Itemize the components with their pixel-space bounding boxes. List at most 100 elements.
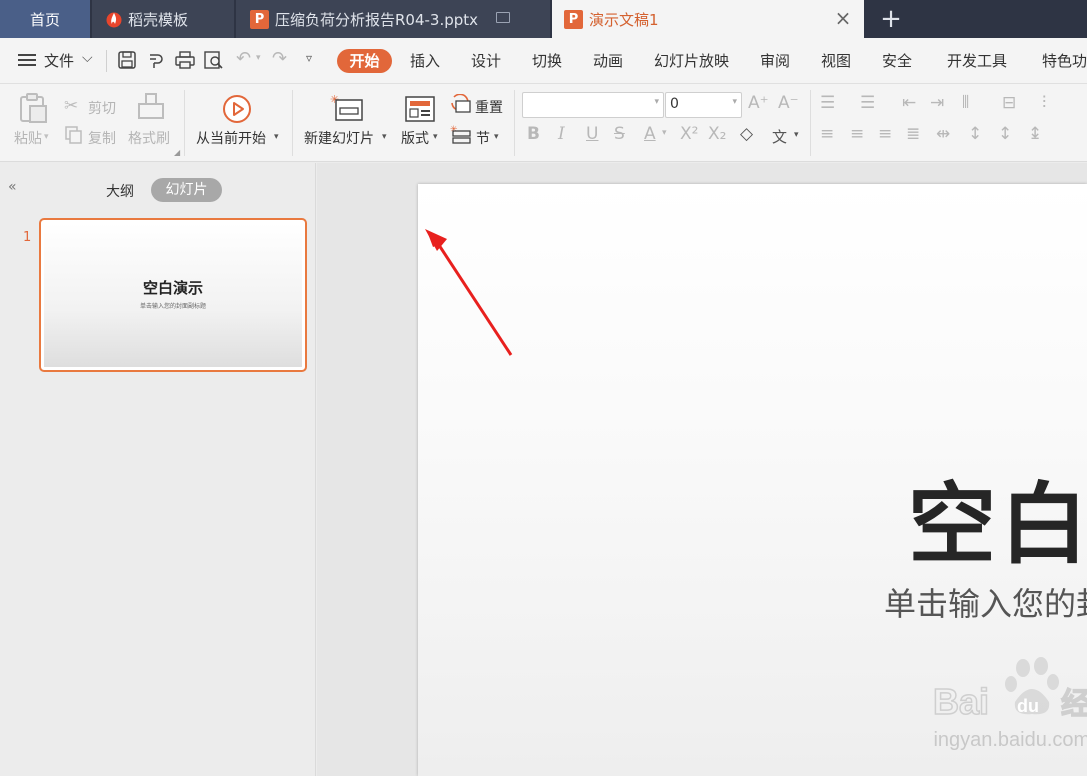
new-slide-button[interactable]: 新建幻灯片	[304, 128, 374, 148]
tab-animations[interactable]: 动画	[593, 50, 623, 71]
increase-indent-icon[interactable]: ⇥	[930, 93, 944, 113]
thumbnail-title: 空白演示	[142, 279, 203, 297]
cut-button[interactable]: 剪切	[88, 98, 116, 118]
collapse-panel-icon[interactable]: «	[8, 179, 17, 195]
redo-icon[interactable]: ↷	[272, 48, 287, 69]
paste-dropdown-icon[interactable]: ▾	[44, 132, 49, 142]
start-from-current-button[interactable]: 从当前开始	[196, 128, 266, 148]
eraser-icon[interactable]: ◇	[740, 124, 753, 144]
paste-icon[interactable]	[18, 92, 48, 124]
divider	[106, 50, 107, 72]
increase-font-icon[interactable]: A⁺	[748, 93, 769, 113]
chevron-down-icon[interactable]: ▾	[732, 97, 737, 107]
tab-start[interactable]: 开始	[337, 49, 392, 73]
tab-developer[interactable]: 开发工具	[947, 50, 1007, 71]
new-tab-icon[interactable]: +	[876, 4, 906, 34]
dialog-launcher-icon[interactable]: ◢	[174, 148, 180, 157]
hamburger-icon[interactable]	[18, 53, 36, 67]
print-preview-icon[interactable]	[204, 51, 224, 69]
svg-text:Bai: Bai	[933, 681, 989, 722]
print-icon[interactable]	[175, 51, 195, 69]
presentation-icon: P	[564, 9, 583, 29]
tab-review[interactable]: 审阅	[760, 50, 790, 71]
undo-icon[interactable]: ↶	[236, 48, 251, 69]
tab-slides[interactable]: 幻灯片	[151, 178, 222, 202]
tab-active-label: 演示文稿1	[589, 10, 659, 29]
line-spacing-icon[interactable]: ↕	[968, 124, 982, 144]
tab-pptx-file[interactable]: P 压缩负荷分析报告R04-3.pptx	[236, 0, 550, 38]
format-painter-button[interactable]: 格式刷	[128, 128, 170, 148]
tab-daoke-templates[interactable]: 稻壳模板	[92, 0, 234, 38]
align-right-icon[interactable]: ≡	[878, 124, 892, 144]
bullet-list-icon[interactable]: ☰	[820, 93, 835, 113]
undo-dropdown-icon[interactable]: ▾	[256, 53, 261, 63]
text-direction-icon[interactable]: ⊟	[1002, 93, 1016, 113]
paragraph-spacing-icon[interactable]: ↕	[998, 124, 1012, 144]
spacing-more-icon[interactable]: ↨	[1028, 124, 1042, 144]
numbered-list-icon[interactable]: ☰	[860, 93, 875, 113]
baidu-watermark: Bai du 经验 jingyan.baidu.com	[933, 657, 1087, 751]
tab-presentation-1[interactable]: P 演示文稿1 ×	[552, 0, 864, 38]
align-center-icon[interactable]: ≡	[850, 124, 864, 144]
paste-button[interactable]: 粘贴	[14, 128, 42, 148]
font-name-select[interactable]: ▾	[522, 92, 664, 118]
tab-insert[interactable]: 插入	[410, 50, 440, 71]
layout-button[interactable]: 版式	[401, 128, 429, 148]
reset-button[interactable]: 重置	[475, 97, 503, 117]
watermark-url: jingyan.baidu.com	[933, 729, 1087, 751]
distribute-icon[interactable]: ⇹	[936, 124, 950, 144]
decrease-indent-icon[interactable]: ⇤	[902, 93, 916, 113]
font-size-select[interactable]: 0 ▾	[665, 92, 742, 118]
file-menu[interactable]: 文件	[44, 50, 74, 71]
tab-daoke-label: 稻壳模板	[128, 10, 189, 29]
tab-pptx-label: 压缩负荷分析报告R04-3.pptx	[275, 10, 479, 29]
tab-special-features[interactable]: 特色功	[1042, 50, 1087, 71]
svg-text:du: du	[1017, 696, 1039, 716]
chevron-down-icon[interactable]: ▾	[662, 128, 667, 138]
slide-title[interactable]: 空白演示	[908, 454, 1087, 581]
chevron-down-icon[interactable]: ▾	[382, 132, 387, 142]
chevron-down-icon[interactable]: ▾	[654, 97, 659, 107]
slide-number: 1	[23, 230, 32, 245]
copy-button[interactable]: 复制	[88, 128, 116, 148]
monitor-icon	[496, 12, 510, 23]
tab-transitions[interactable]: 切换	[532, 50, 562, 71]
chevron-down-icon[interactable]: ⌵	[82, 50, 93, 66]
chevron-down-icon[interactable]: ▾	[794, 130, 799, 140]
font-color-icon[interactable]: A	[644, 124, 656, 144]
section-button[interactable]: 节	[476, 128, 490, 148]
align-text-icon[interactable]: ⫶	[1042, 93, 1046, 113]
chevron-down-icon[interactable]: ▾	[494, 132, 499, 142]
close-icon[interactable]: ×	[834, 8, 852, 28]
tab-outline[interactable]: 大纲	[106, 181, 134, 201]
strikethrough-icon[interactable]: S	[614, 124, 625, 144]
tab-view[interactable]: 视图	[821, 50, 851, 71]
play-icon	[223, 95, 251, 123]
layout-icon	[405, 96, 435, 122]
decrease-font-icon[interactable]: A⁻	[778, 93, 799, 113]
new-slide-icon: ✳	[330, 94, 363, 121]
text-effect-icon[interactable]: 文	[772, 126, 787, 147]
bold-icon[interactable]: B	[527, 124, 540, 144]
justify-icon[interactable]: ≣	[906, 124, 920, 144]
columns-icon[interactable]: ⫴	[962, 93, 969, 113]
subscript-icon[interactable]: X₂	[708, 124, 726, 144]
tab-design[interactable]: 设计	[471, 50, 501, 71]
align-left-icon[interactable]: ≡	[820, 124, 834, 144]
slide-thumbnail[interactable]: 空白演示 单击输入您的封面副标题	[39, 218, 307, 372]
chevron-down-icon[interactable]: ▾	[433, 132, 438, 142]
slide-subtitle[interactable]: 单击输入您的封面副标题	[884, 579, 1087, 625]
slide[interactable]: 空白演示 单击输入您的封面副标题 Bai du 经验 jingyan.baidu…	[418, 184, 1087, 776]
tab-security[interactable]: 安全	[882, 50, 912, 71]
format-clip-icon[interactable]	[147, 51, 165, 69]
thumbnail-subtitle: 单击输入您的封面副标题	[139, 303, 206, 310]
tab-slideshow[interactable]: 幻灯片放映	[654, 50, 729, 71]
italic-icon[interactable]: I	[558, 124, 565, 144]
quick-access-more-icon[interactable]: ▿	[306, 51, 312, 65]
chevron-down-icon[interactable]: ▾	[274, 132, 279, 142]
save-icon[interactable]	[118, 51, 136, 69]
slides-panel: « 大纲 幻灯片 1 空白演示 单击输入您的封面副标题	[0, 163, 316, 776]
tab-home[interactable]: 首页	[0, 0, 90, 38]
underline-icon[interactable]: U	[586, 124, 598, 144]
superscript-icon[interactable]: X²	[680, 124, 698, 144]
